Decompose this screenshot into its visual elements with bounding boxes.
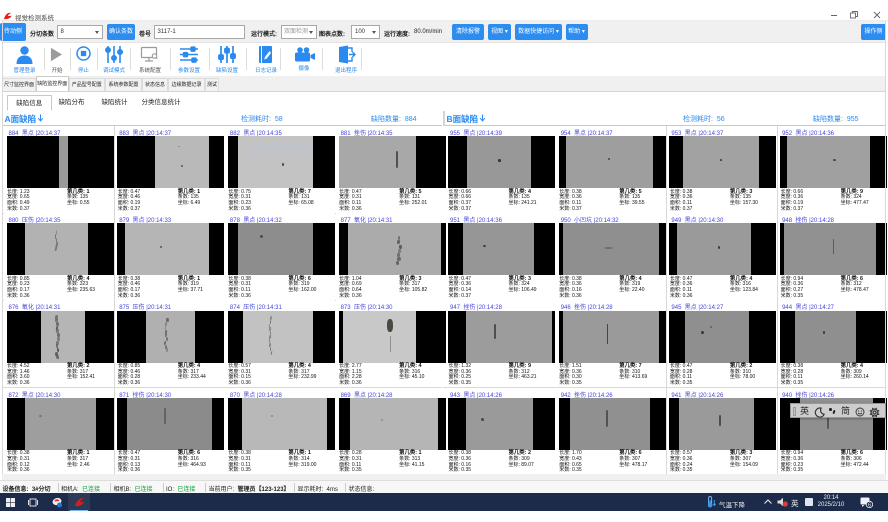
svg-text:6: 6 <box>868 503 871 508</box>
